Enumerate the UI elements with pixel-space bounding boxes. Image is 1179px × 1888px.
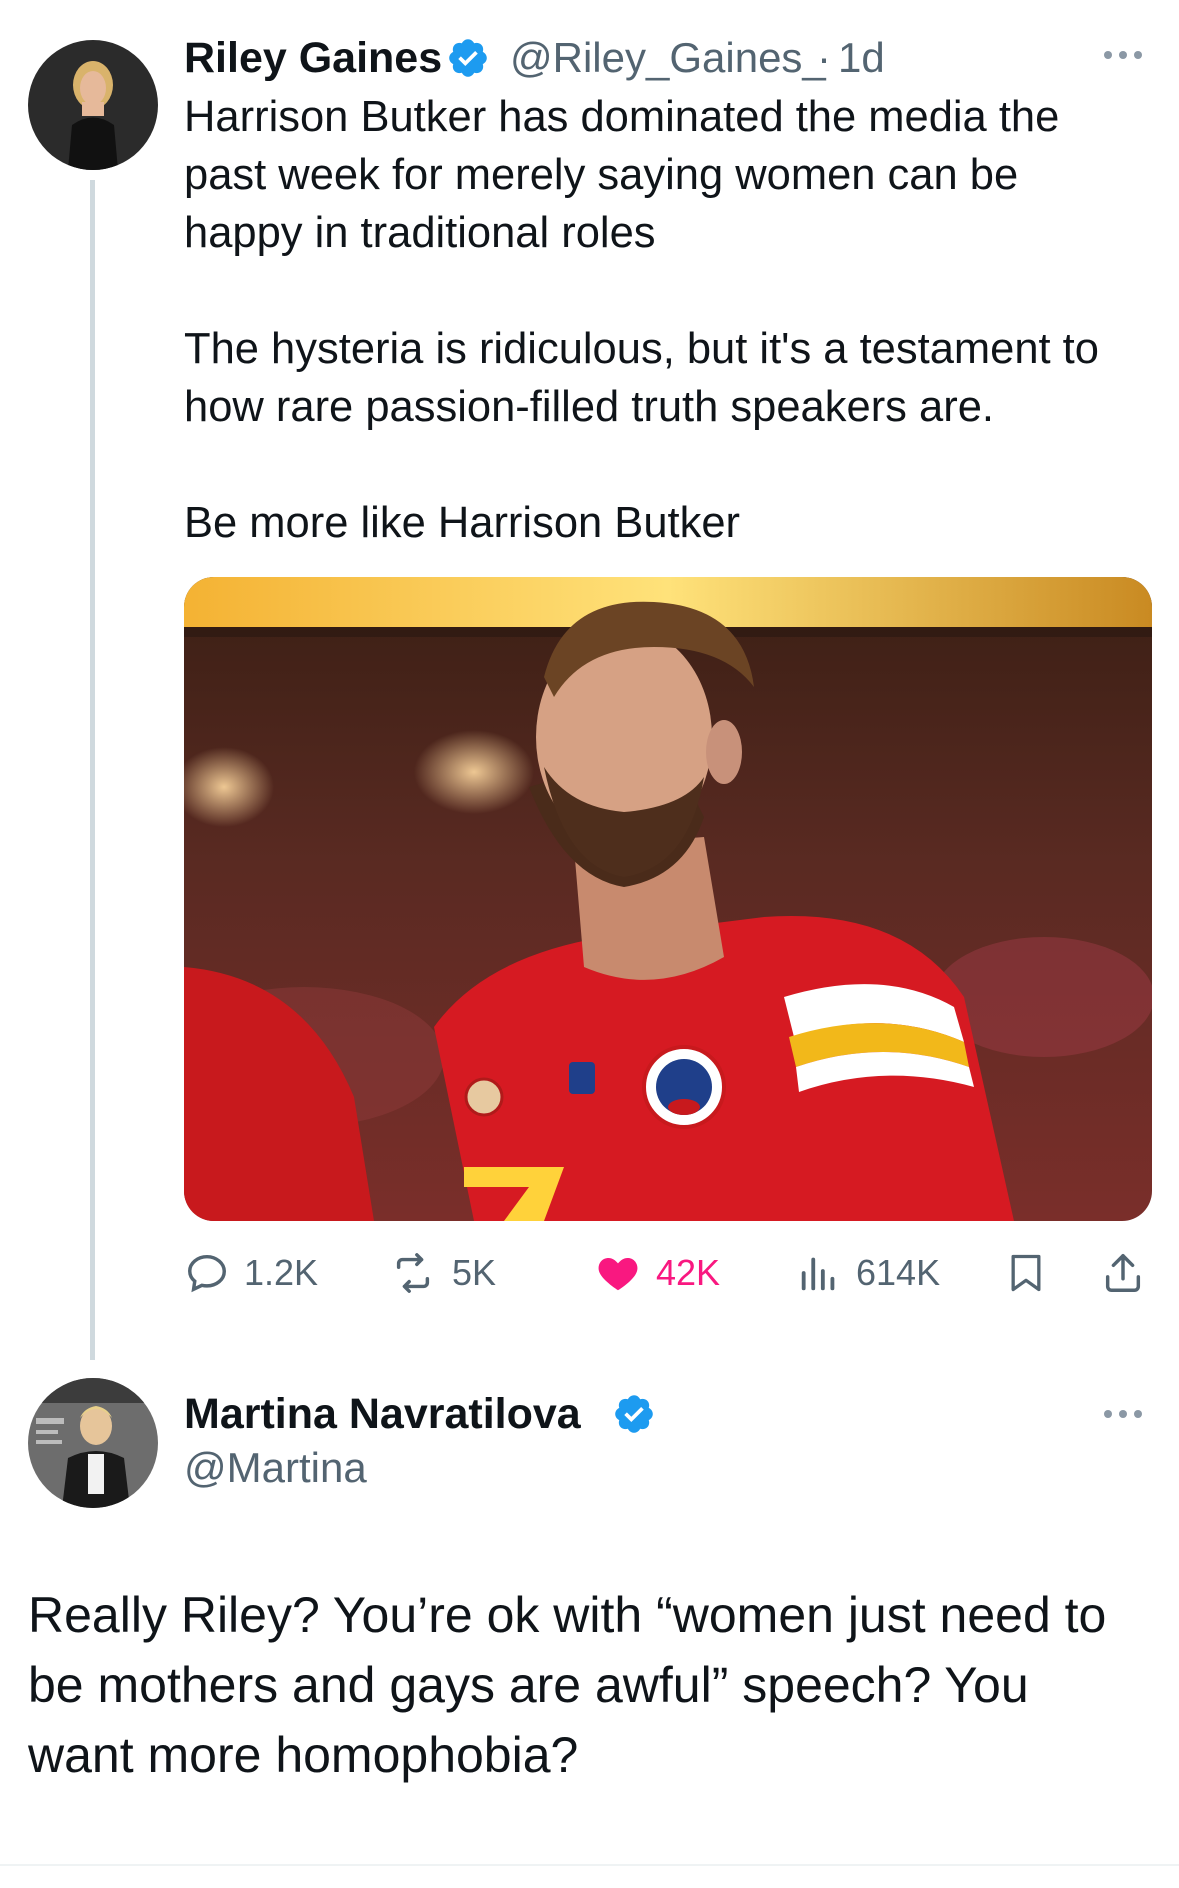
reply-count: 1.2K — [244, 1252, 319, 1293]
tweet-media-photo[interactable]: 7 — [184, 577, 1152, 1221]
more-options-icon[interactable] — [1104, 1410, 1142, 1418]
reply-author-name[interactable]: Martina Navratilova — [184, 1388, 581, 1440]
tweet-text-line-2: past week for merely saying women can be — [184, 151, 1019, 199]
reply-text-line-3: want more homophobia? — [28, 1727, 579, 1783]
tweet-text-line-3: happy in traditional roles — [184, 209, 656, 257]
more-options-icon[interactable] — [1104, 51, 1142, 59]
views-button[interactable]: 614K — [796, 1250, 940, 1296]
verified-badge-icon — [612, 1392, 656, 1441]
reply-button[interactable]: 1.2K — [184, 1250, 318, 1296]
repost-button[interactable]: 5K — [388, 1250, 496, 1296]
repost-count: 5K — [452, 1252, 497, 1293]
reply-author-handle[interactable]: @Martina — [184, 1442, 367, 1494]
author-name[interactable]: Riley Gaines — [184, 32, 442, 84]
reply-text-line-2: be mothers and gays are awful” speech? Y… — [28, 1657, 1029, 1713]
share-icon[interactable] — [1100, 1250, 1146, 1301]
martina-avatar[interactable] — [28, 1378, 158, 1508]
tweet-time[interactable]: 1d — [838, 32, 885, 84]
author-handle[interactable]: @Riley_Gaines_ — [510, 32, 826, 84]
jersey-number: 7 — [514, 1209, 520, 1220]
views-icon — [801, 1257, 835, 1291]
thread-connector-line — [90, 180, 95, 1360]
views-count: 614K — [856, 1252, 941, 1293]
repost-icon — [396, 1253, 430, 1293]
reply-icon — [188, 1254, 226, 1293]
bookmark-icon[interactable] — [1004, 1250, 1048, 1301]
riley-avatar[interactable] — [28, 40, 158, 170]
reply-text-line-1: Really Riley? You’re ok with “women just… — [28, 1587, 1107, 1643]
bottom-divider — [0, 1864, 1179, 1866]
verified-badge-icon — [446, 36, 490, 85]
tweet-text-line-4: The hysteria is ridiculous, but it's a t… — [184, 325, 1099, 373]
heart-icon — [598, 1258, 638, 1291]
like-button[interactable]: 42K — [594, 1250, 720, 1296]
like-count: 42K — [656, 1252, 721, 1293]
tweet-text-line-5: how rare passion-filled truth speakers a… — [184, 383, 994, 431]
separator-dot: · — [817, 34, 831, 81]
tweet-text-line-6: Be more like Harrison Butker — [184, 499, 741, 547]
tweet-text-line-1: Harrison Butker has dominated the media … — [184, 93, 1060, 141]
